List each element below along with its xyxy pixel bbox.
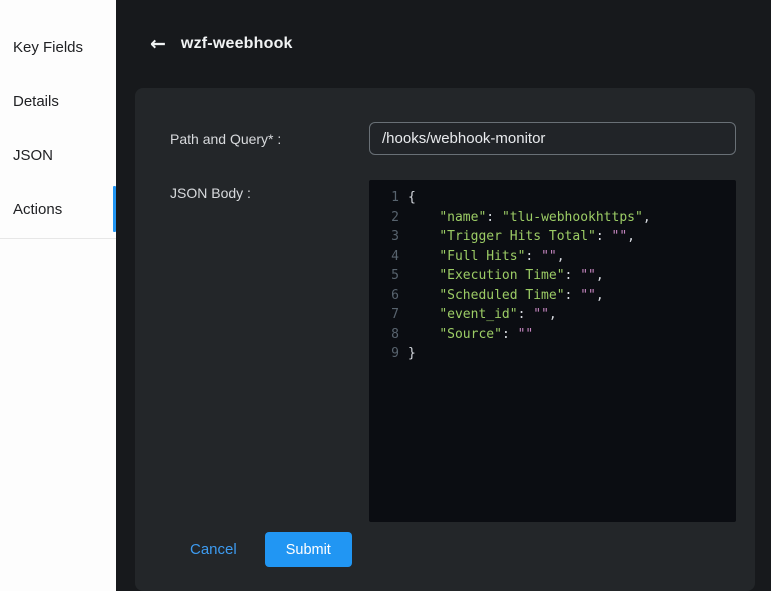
code-token: :	[518, 307, 534, 322]
code-token: ""	[580, 268, 596, 283]
code-token: "Source"	[439, 327, 502, 342]
code-token: :	[565, 268, 581, 283]
code-token: "name"	[439, 210, 486, 225]
editor-line: 2 "name": "tlu-webhookhttps",	[381, 208, 736, 228]
line-number: 6	[381, 286, 399, 306]
code-token: ""	[541, 249, 557, 264]
editor-line: 7 "event_id": "",	[381, 305, 736, 325]
back-arrow-icon: ←	[150, 33, 166, 55]
sidebar-item-json[interactable]: JSON	[0, 128, 116, 182]
code-token: ,	[643, 210, 651, 225]
sidebar-nav: Key Fields Details JSON Actions	[0, 20, 116, 239]
code-token: "event_id"	[439, 307, 517, 322]
code-token: "Full Hits"	[439, 249, 525, 264]
code-token: ,	[596, 288, 604, 303]
code-token: :	[502, 327, 518, 342]
line-number: 7	[381, 305, 399, 325]
line-number: 2	[381, 208, 399, 228]
code-token: :	[486, 210, 502, 225]
code-token	[408, 210, 439, 225]
code-token: ,	[549, 307, 557, 322]
cancel-button[interactable]: Cancel	[190, 541, 237, 558]
code-token: "tlu-webhookhttps"	[502, 210, 643, 225]
code-token: "Execution Time"	[439, 268, 564, 283]
code-line: "Source": ""	[408, 325, 533, 345]
code-line: "name": "tlu-webhookhttps",	[408, 208, 651, 228]
line-number: 9	[381, 344, 399, 364]
code-token: ""	[612, 229, 628, 244]
code-token: :	[596, 229, 612, 244]
code-token: :	[525, 249, 541, 264]
sidebar-item-label: JSON	[13, 147, 53, 164]
sidebar-item-label: Key Fields	[13, 39, 83, 56]
code-line: "Execution Time": "",	[408, 266, 604, 286]
code-token	[408, 288, 439, 303]
sidebar-item-label: Actions	[13, 201, 62, 218]
main-area: ← wzf-weebhook Path and Query* : JSON Bo…	[116, 0, 771, 591]
editor-line: 5 "Execution Time": "",	[381, 266, 736, 286]
code-line: "Trigger Hits Total": "",	[408, 227, 635, 247]
code-token: ,	[557, 249, 565, 264]
code-line: }	[408, 344, 416, 364]
path-query-row: Path and Query* :	[170, 122, 736, 155]
form-card: Path and Query* : JSON Body : 1{2 "name"…	[135, 88, 755, 591]
json-body-editor[interactable]: 1{2 "name": "tlu-webhookhttps",3 "Trigge…	[369, 180, 736, 522]
code-token	[408, 249, 439, 264]
sidebar-item-actions[interactable]: Actions	[0, 182, 116, 236]
sidebar-item-label: Details	[13, 93, 59, 110]
line-number: 3	[381, 227, 399, 247]
app-root: Key Fields Details JSON Actions ← wzf-weebh…	[0, 0, 771, 591]
json-body-label: JSON Body :	[170, 180, 369, 522]
code-token: ,	[627, 229, 635, 244]
code-token	[408, 268, 439, 283]
json-body-row: JSON Body : 1{2 "name": "tlu-webhookhttp…	[170, 180, 736, 522]
editor-line: 4 "Full Hits": "",	[381, 247, 736, 267]
sidebar-item-details[interactable]: Details	[0, 74, 116, 128]
line-number: 1	[381, 188, 399, 208]
editor-line: 8 "Source": ""	[381, 325, 736, 345]
code-token: ""	[533, 307, 549, 322]
editor-line: 6 "Scheduled Time": "",	[381, 286, 736, 306]
form-actions: Cancel Submit	[170, 532, 736, 567]
code-token	[408, 307, 439, 322]
code-line: "Scheduled Time": "",	[408, 286, 604, 306]
path-query-label: Path and Query* :	[170, 131, 369, 147]
line-number: 8	[381, 325, 399, 345]
path-query-input[interactable]	[369, 122, 736, 155]
topbar: ← wzf-weebhook	[116, 0, 771, 88]
code-line: "Full Hits": "",	[408, 247, 565, 267]
editor-line: 1{	[381, 188, 736, 208]
code-line: {	[408, 188, 416, 208]
code-line: "event_id": "",	[408, 305, 557, 325]
editor-line: 9}	[381, 344, 736, 364]
page-title: wzf-weebhook	[181, 35, 293, 53]
code-token: {	[408, 190, 416, 205]
code-token	[408, 327, 439, 342]
line-number: 4	[381, 247, 399, 267]
sidebar: Key Fields Details JSON Actions	[0, 0, 116, 591]
code-token: }	[408, 346, 416, 361]
submit-button[interactable]: Submit	[265, 532, 352, 567]
code-token: :	[565, 288, 581, 303]
editor-line: 3 "Trigger Hits Total": "",	[381, 227, 736, 247]
code-token: ""	[518, 327, 534, 342]
code-token: ,	[596, 268, 604, 283]
code-token: "Trigger Hits Total"	[439, 229, 596, 244]
line-number: 5	[381, 266, 399, 286]
code-token: ""	[580, 288, 596, 303]
back-button[interactable]: ←	[150, 35, 166, 54]
sidebar-divider	[0, 238, 116, 239]
code-token: "Scheduled Time"	[439, 288, 564, 303]
sidebar-item-key-fields[interactable]: Key Fields	[0, 20, 116, 74]
code-token	[408, 229, 439, 244]
